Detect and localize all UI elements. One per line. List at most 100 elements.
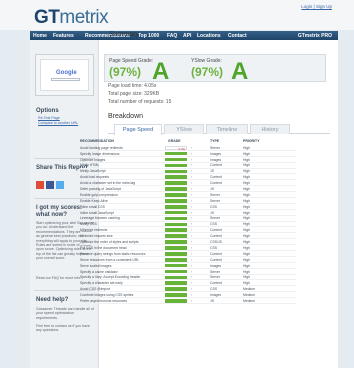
grade-bar xyxy=(165,193,187,197)
nav-features[interactable]: Features xyxy=(53,33,74,39)
expand-chevron-icon[interactable]: › xyxy=(191,175,192,179)
recommendation-name[interactable]: Serve scaled images xyxy=(80,264,111,268)
share-icons xyxy=(36,176,66,189)
col-type[interactable]: TYPE xyxy=(210,139,219,143)
col-recommendation[interactable]: RECOMMENDATION xyxy=(80,139,114,143)
expand-chevron-icon[interactable]: › xyxy=(191,216,192,220)
recommendation-priority: High xyxy=(243,222,250,227)
nav-gtmetrix-pro[interactable]: GTmetrix PRO xyxy=(298,33,332,39)
recommendation-name[interactable]: Enable Keep-Alive xyxy=(80,199,108,203)
expand-chevron-icon[interactable]: › xyxy=(191,211,192,215)
expand-chevron-icon[interactable]: › xyxy=(191,240,192,244)
tab-yslow[interactable]: YSlow xyxy=(164,124,204,134)
expand-chevron-icon[interactable]: › xyxy=(191,246,192,250)
tab-timeline[interactable]: Timeline xyxy=(206,124,248,134)
expand-chevron-icon[interactable]: › xyxy=(191,187,192,191)
col-grade[interactable]: GRADE xyxy=(168,139,181,143)
recommendation-name[interactable]: Inline small JavaScript xyxy=(80,211,114,215)
grade-bar xyxy=(165,281,187,286)
recommendation-type: Images xyxy=(210,157,222,162)
recommendation-name[interactable]: Avoid CSS @import xyxy=(80,287,110,291)
expand-chevron-icon[interactable]: › xyxy=(191,270,192,274)
recommendation-name[interactable]: Avoid bad requests xyxy=(80,175,109,179)
recommendation-name[interactable]: Remove query strings from static resourc… xyxy=(80,252,145,256)
expand-chevron-icon[interactable]: › xyxy=(191,199,192,203)
recommendation-priority: High xyxy=(243,263,250,268)
recommendation-name[interactable]: Minimize request size xyxy=(80,234,113,238)
total-requests: Total number of requests: 15 xyxy=(108,99,172,105)
recommendation-name[interactable]: Serve resources from a consistent URL xyxy=(80,258,139,262)
recommendation-priority: High xyxy=(243,157,250,162)
google-plus-icon[interactable] xyxy=(36,181,44,189)
breakdown-heading: Breakdown xyxy=(108,113,144,120)
recommendation-name[interactable]: Specify a Vary: Accept-Encoding header xyxy=(80,275,140,279)
expand-chevron-icon[interactable]: › xyxy=(191,234,192,238)
recommendation-name[interactable]: Minimize redirects xyxy=(80,228,107,232)
recommendation-name[interactable]: Prefer asynchronous resources xyxy=(80,299,127,303)
expand-chevron-icon[interactable]: › xyxy=(191,287,192,291)
expand-chevron-icon[interactable]: › xyxy=(191,228,192,232)
recommendation-name[interactable]: Defer parsing of JavaScript xyxy=(80,187,121,191)
nav-top-1000[interactable]: Top 1000 xyxy=(138,33,159,39)
recommendation-name[interactable]: Specify a cache validator xyxy=(80,270,118,274)
expand-chevron-icon[interactable]: › xyxy=(191,264,192,268)
login-signup-link[interactable]: Login | Sign Up xyxy=(301,4,332,9)
expand-chevron-icon[interactable]: › xyxy=(191,193,192,197)
expand-chevron-icon[interactable]: › xyxy=(191,222,192,226)
recommendation-name[interactable]: Minify CSS xyxy=(80,222,97,226)
recommendation-priority: High xyxy=(243,198,250,203)
contact-text: Feel free to contact us if you have any … xyxy=(36,324,90,333)
retest-page-link[interactable]: Re-Test Page xyxy=(38,116,60,120)
recommendation-type: JS xyxy=(210,298,214,303)
nav-home[interactable]: Home xyxy=(33,33,47,39)
page: GTmetrix Login | Sign Up Home Features R… xyxy=(0,0,354,368)
twitter-icon[interactable] xyxy=(56,181,64,189)
recommendation-name[interactable]: Specify a character set early xyxy=(80,281,123,285)
recommendation-name[interactable]: Inline small CSS xyxy=(80,205,105,209)
expand-chevron-icon[interactable]: › xyxy=(191,152,192,156)
gtmetrix-logo[interactable]: GTmetrix xyxy=(34,7,109,29)
facebook-icon[interactable] xyxy=(46,181,54,189)
recommendation-priority: High xyxy=(243,187,250,192)
col-priority[interactable]: PRIORITY xyxy=(243,139,260,143)
recommendation-type: Server xyxy=(210,145,220,150)
expand-chevron-icon[interactable]: › xyxy=(191,169,192,173)
recommendation-name[interactable]: Optimize images xyxy=(80,158,105,162)
grades-panel: Page Speed Grade: (97%) A YSlow Grade: (… xyxy=(104,54,326,85)
expand-chevron-icon[interactable]: › xyxy=(191,258,192,262)
expand-chevron-icon[interactable]: › xyxy=(191,293,192,297)
recommendation-name[interactable]: Enable gzip compression xyxy=(80,193,118,197)
expand-chevron-icon[interactable]: › xyxy=(191,205,192,209)
table-row[interactable]: Prefer asynchronous resources › JS Medium xyxy=(80,298,296,305)
recommendation-name[interactable]: Leverage browser caching xyxy=(80,216,120,220)
recommendation-name[interactable]: Minify HTML xyxy=(80,163,99,167)
recommendation-name[interactable]: Avoid landing page redirects xyxy=(80,146,123,150)
nav-faq[interactable]: FAQ xyxy=(167,33,177,39)
expand-chevron-icon[interactable]: › xyxy=(191,281,192,285)
expand-chevron-icon[interactable]: › xyxy=(191,163,192,167)
tab-page-speed[interactable]: Page Speed xyxy=(114,124,162,135)
recommendation-name[interactable]: Optimize the order of styles and scripts xyxy=(80,240,139,244)
recommendation-name[interactable]: Minify JavaScript xyxy=(80,169,106,173)
recommendations-table: RECOMMENDATION GRADE TYPE PRIORITY Avoid… xyxy=(80,138,296,305)
nav-locations[interactable]: Locations xyxy=(197,33,221,39)
recommendation-type: Server xyxy=(210,192,220,197)
expand-chevron-icon[interactable]: › xyxy=(191,181,192,185)
recommendation-priority: Medium xyxy=(243,287,256,292)
recommendation-type: Content xyxy=(210,181,222,186)
expand-chevron-icon[interactable]: › xyxy=(191,252,192,256)
recommendation-name[interactable]: Combine images using CSS sprites xyxy=(80,293,133,297)
recommendation-name[interactable]: Put CSS in the document head xyxy=(80,246,127,250)
expand-chevron-icon[interactable]: › xyxy=(191,146,192,150)
recommendation-name[interactable]: Specify image dimensions xyxy=(80,152,119,156)
expand-chevron-icon[interactable]: › xyxy=(191,158,192,162)
recommendation-name[interactable]: Avoid a character set in the meta tag xyxy=(80,181,135,185)
nav-api[interactable]: API xyxy=(183,33,191,39)
compare-url-link[interactable]: Compare to another URL xyxy=(38,121,78,125)
nav-contact[interactable]: Contact xyxy=(228,33,247,39)
tab-history[interactable]: History xyxy=(250,124,290,134)
expand-chevron-icon[interactable]: › xyxy=(191,299,192,303)
grade-bar xyxy=(165,187,187,191)
expand-chevron-icon[interactable]: › xyxy=(191,275,192,279)
grade-bar xyxy=(165,293,187,297)
